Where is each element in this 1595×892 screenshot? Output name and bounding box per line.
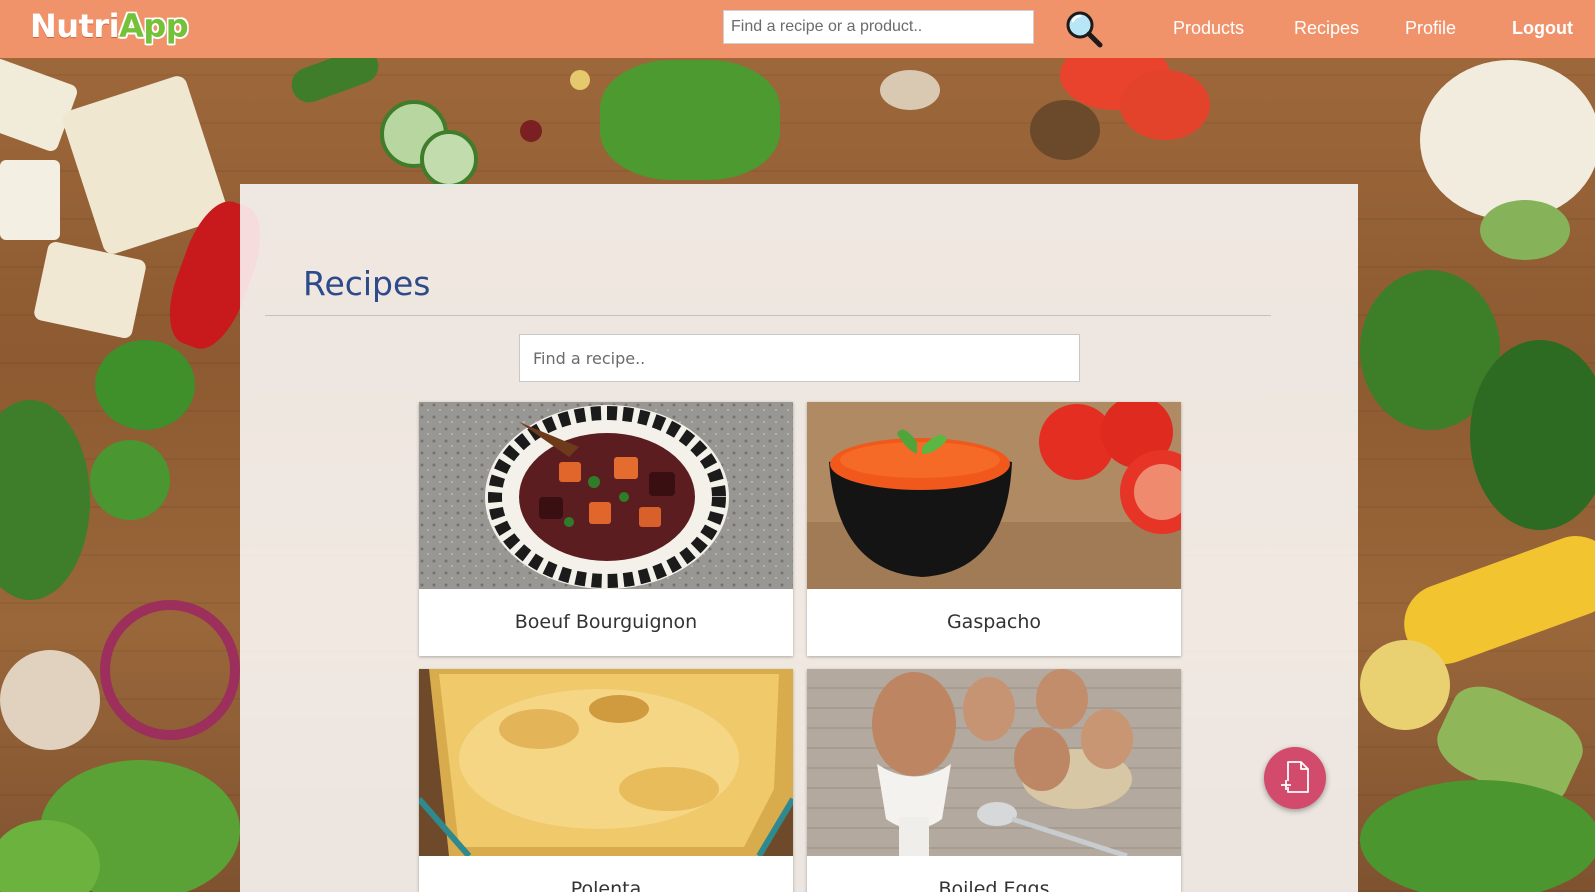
- beef-stew-image: [419, 402, 793, 589]
- recipe-card[interactable]: Boiled Eggs: [807, 669, 1181, 892]
- nutriapp-logo[interactable]: NutriApp: [30, 4, 189, 48]
- add-document-icon: [1281, 761, 1309, 793]
- add-recipe-button[interactable]: [1264, 747, 1326, 809]
- recipe-card-title: Polenta: [570, 878, 642, 892]
- recipe-card[interactable]: Boeuf Bourguignon: [419, 402, 793, 656]
- recipe-card-title: Gaspacho: [946, 611, 1042, 633]
- nav-recipes[interactable]: Recipes: [1294, 0, 1359, 56]
- recipe-search-input[interactable]: [519, 334, 1080, 382]
- global-search-input[interactable]: [723, 10, 1034, 44]
- magnifier-icon: [1066, 11, 1103, 48]
- page-title: Recipes: [303, 264, 431, 303]
- recipe-card-title: Boiled Eggs: [938, 878, 1050, 892]
- boiled-eggs-image: [807, 669, 1181, 856]
- recipe-card[interactable]: Gaspacho: [807, 402, 1181, 656]
- gazpacho-image: [807, 402, 1181, 589]
- search-button[interactable]: [1064, 9, 1104, 49]
- nav-products[interactable]: Products: [1173, 0, 1244, 56]
- nav-profile[interactable]: Profile: [1405, 0, 1456, 56]
- logo-text-nutri: Nutri: [30, 7, 120, 45]
- recipes-panel: Recipes Find a recipe.. Boeuf Bourguigno…: [240, 184, 1358, 892]
- nav-logout[interactable]: Logout: [1512, 0, 1573, 56]
- logo-text-app: App: [119, 7, 189, 45]
- polenta-image: [419, 669, 793, 856]
- title-divider: [265, 315, 1271, 316]
- recipe-card[interactable]: Polenta: [419, 669, 793, 892]
- recipe-card-title: Boeuf Bourguignon: [514, 611, 698, 633]
- top-navigation-bar: NutriApp Products Recipes Profile Logout: [0, 0, 1595, 58]
